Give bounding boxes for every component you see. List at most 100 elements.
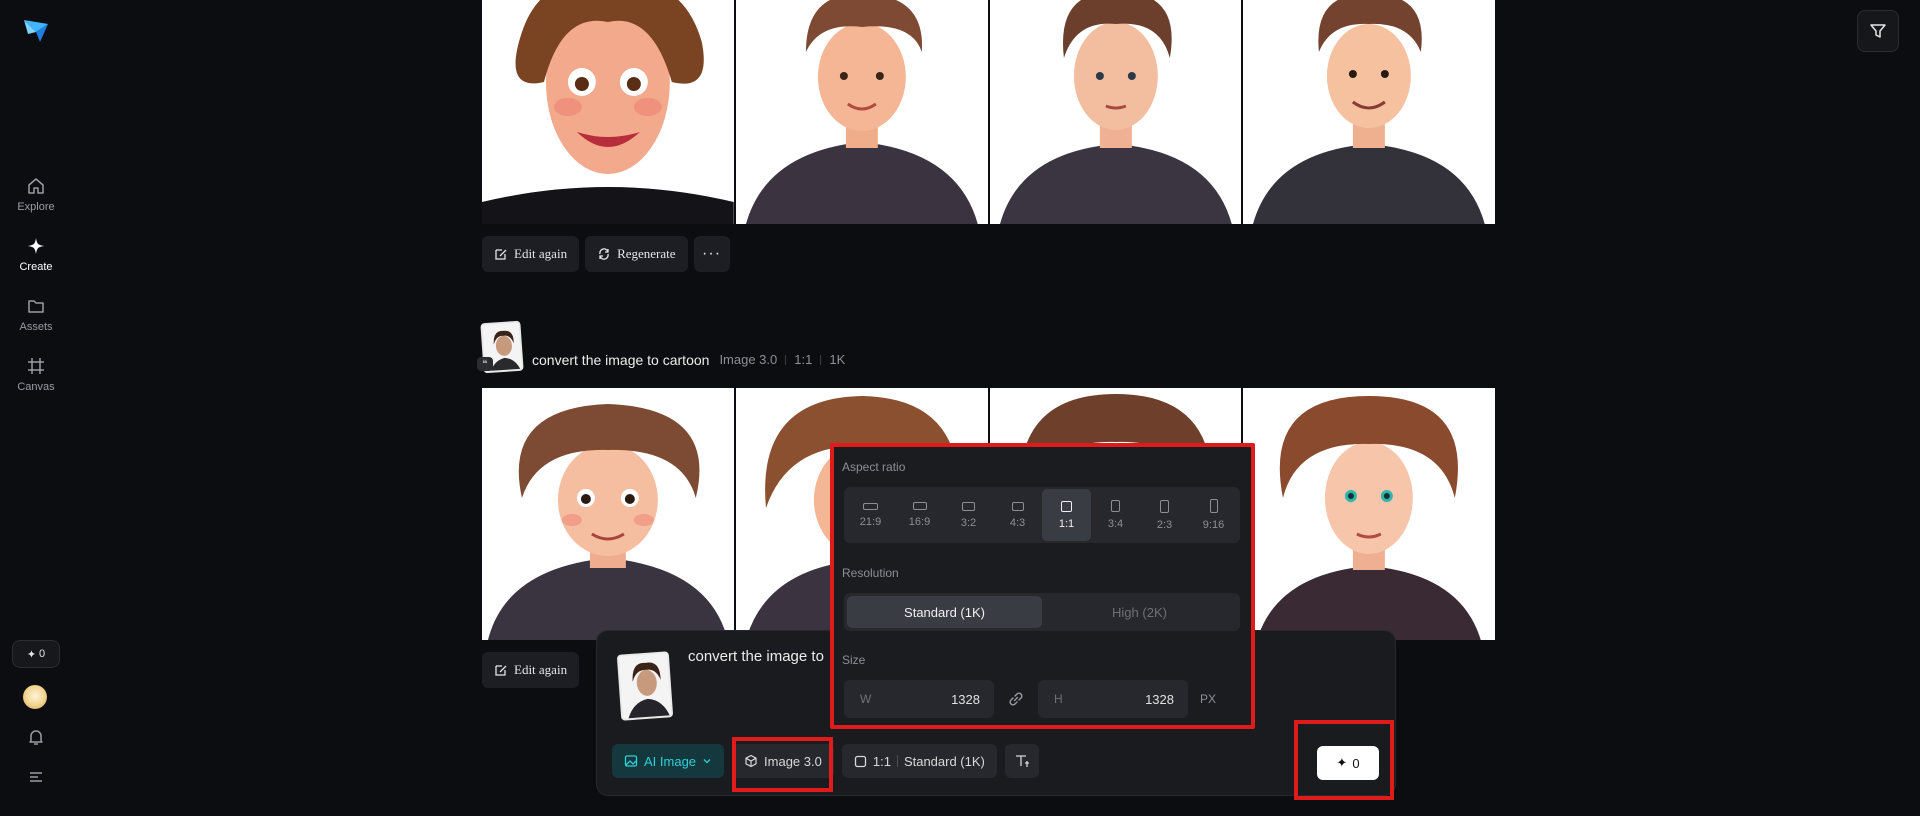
mode-select[interactable]: AI Image: [612, 744, 725, 778]
sidebar: Explore Create Assets Canvas ✦ 0: [0, 0, 72, 816]
ratio-shape-icon: [962, 501, 975, 511]
resolution-label: 1K: [829, 352, 846, 367]
sparkle-icon: ✦: [26, 648, 37, 661]
unit-label: PX: [1200, 692, 1217, 706]
width-key: W: [860, 692, 872, 706]
ratio-label: 1:1: [872, 753, 891, 769]
prompt-input[interactable]: convert the image to: [688, 648, 824, 665]
avatar[interactable]: [23, 685, 47, 709]
filter-icon: [1870, 24, 1886, 38]
sidebar-item-create[interactable]: Create: [0, 236, 72, 273]
canvas-icon: [28, 358, 44, 374]
chevron-down-icon: [703, 759, 711, 764]
quote-icon: ❝: [477, 357, 493, 371]
ratio-shape-icon: [1160, 499, 1169, 513]
ratio-label: 1:1: [794, 352, 813, 367]
ratio-option-label: 4:3: [1009, 516, 1026, 529]
edit-again-button[interactable]: Edit again: [482, 652, 580, 688]
ratio-option-label: 9:16: [1202, 519, 1225, 531]
ratio-shape-icon: [1209, 499, 1218, 513]
ratio-shape-icon: [1111, 500, 1120, 512]
logo-icon[interactable]: [22, 18, 50, 44]
aspect-ratio-options: 21:9 16:9 3:2 4:3 1:1 3:4 2:3 9:16: [844, 487, 1240, 543]
height-key: H: [1054, 692, 1063, 706]
cartoon-portrait-image: [1243, 0, 1495, 224]
size-heading: Size: [842, 653, 866, 667]
reference-photo-image: [618, 653, 674, 721]
height-input[interactable]: H 1328: [1038, 680, 1188, 718]
prompt-header: convert the image to cartoon Image 3.0 1…: [480, 320, 845, 374]
highlight-generate-button: [1294, 720, 1394, 800]
regenerate-button[interactable]: Regenerate: [585, 236, 688, 272]
ratio-option-2-3[interactable]: 2:3: [1140, 489, 1189, 541]
result-image[interactable]: [482, 388, 734, 640]
menu-icon[interactable]: [26, 767, 46, 787]
ratio-resolution-select[interactable]: 1:1 Standard (1K): [841, 744, 997, 778]
ratio-option-3-4[interactable]: 3:4: [1091, 489, 1140, 541]
sidebar-item-label: Create: [19, 261, 53, 273]
refresh-icon: [599, 248, 609, 260]
square-icon: [854, 755, 867, 767]
sidebar-item-explore[interactable]: Explore: [0, 176, 72, 213]
sidebar-item-label: Assets: [19, 321, 53, 333]
resolution-option-standard[interactable]: Standard (1K): [847, 596, 1042, 628]
prompt-meta: Image 3.0 1:1 1K: [719, 352, 845, 372]
reference-image-thumbnail[interactable]: [616, 651, 674, 721]
resolution-heading: Resolution: [842, 566, 899, 580]
sidebar-item-canvas[interactable]: Canvas: [0, 356, 72, 393]
resolution-option-high[interactable]: High (2K): [1042, 596, 1237, 628]
sidebar-item-assets[interactable]: Assets: [0, 296, 72, 333]
sidebar-item-label: Canvas: [17, 381, 55, 393]
aspect-ratio-popover: Aspect ratio 21:9 16:9 3:2 4:3 1:1 3:4 2…: [830, 443, 1255, 729]
divider: [785, 354, 787, 365]
cartoon-portrait-image: [735, 0, 988, 224]
edit-again-button[interactable]: Edit again: [482, 236, 580, 272]
result-image[interactable]: [989, 0, 1242, 224]
more-options-button[interactable]: ···: [693, 236, 730, 272]
ratio-option-label: 3:4: [1107, 518, 1124, 530]
ratio-option-21-9[interactable]: 21:9: [846, 489, 895, 541]
highlight-model-select: [732, 737, 833, 792]
ratio-option-16-9[interactable]: 16:9: [895, 489, 944, 541]
ratio-shape-icon: [912, 502, 927, 510]
mode-label: AI Image: [644, 753, 697, 769]
result-image[interactable]: [482, 0, 734, 224]
link-icon[interactable]: [1004, 687, 1028, 711]
result-image[interactable]: [735, 0, 988, 224]
cartoon-portrait-image: [482, 388, 734, 640]
ratio-shape-icon: [1011, 501, 1024, 511]
bell-icon[interactable]: [26, 727, 46, 747]
ratio-option-9-16[interactable]: 9:16: [1189, 489, 1238, 541]
ratio-option-4-3[interactable]: 4:3: [993, 489, 1042, 541]
ratio-option-label: 3:2: [960, 516, 977, 529]
edit-icon: [495, 249, 507, 260]
filter-button[interactable]: [1857, 10, 1899, 52]
height-value: 1328: [1145, 691, 1174, 707]
credits-badge[interactable]: ✦ 0: [12, 640, 60, 668]
sparkle-icon: [28, 238, 44, 254]
resolution-label: Standard (1K): [903, 753, 985, 769]
image-icon: [624, 755, 638, 767]
result-image[interactable]: [1243, 388, 1495, 640]
ratio-shape-icon: [863, 502, 878, 510]
divider: [896, 755, 898, 767]
ratio-option-label: 2:3: [1156, 518, 1173, 531]
folder-icon: [28, 300, 44, 313]
image-actions: Edit again Regenerate ···: [482, 236, 730, 272]
result-image-row: [482, 0, 1495, 224]
ratio-option-label: 16:9: [908, 516, 931, 528]
ratio-option-3-2[interactable]: 3:2: [944, 489, 993, 541]
size-inputs: W 1328 H 1328 PX: [844, 680, 1216, 718]
edit-icon: [495, 665, 507, 676]
ratio-option-1-1[interactable]: 1:1: [1042, 489, 1091, 541]
text-settings-button[interactable]: [1004, 744, 1039, 778]
edit-again-label: Edit again: [514, 246, 568, 261]
image-actions: Edit again: [482, 652, 580, 688]
ratio-shape-icon: [1061, 500, 1072, 512]
result-image[interactable]: [1243, 0, 1495, 224]
width-input[interactable]: W 1328: [844, 680, 994, 718]
ratio-option-label: 1:1: [1058, 517, 1075, 530]
sidebar-item-label: Explore: [17, 201, 55, 213]
width-value: 1328: [951, 691, 980, 707]
cartoon-portrait-image: [989, 0, 1242, 224]
